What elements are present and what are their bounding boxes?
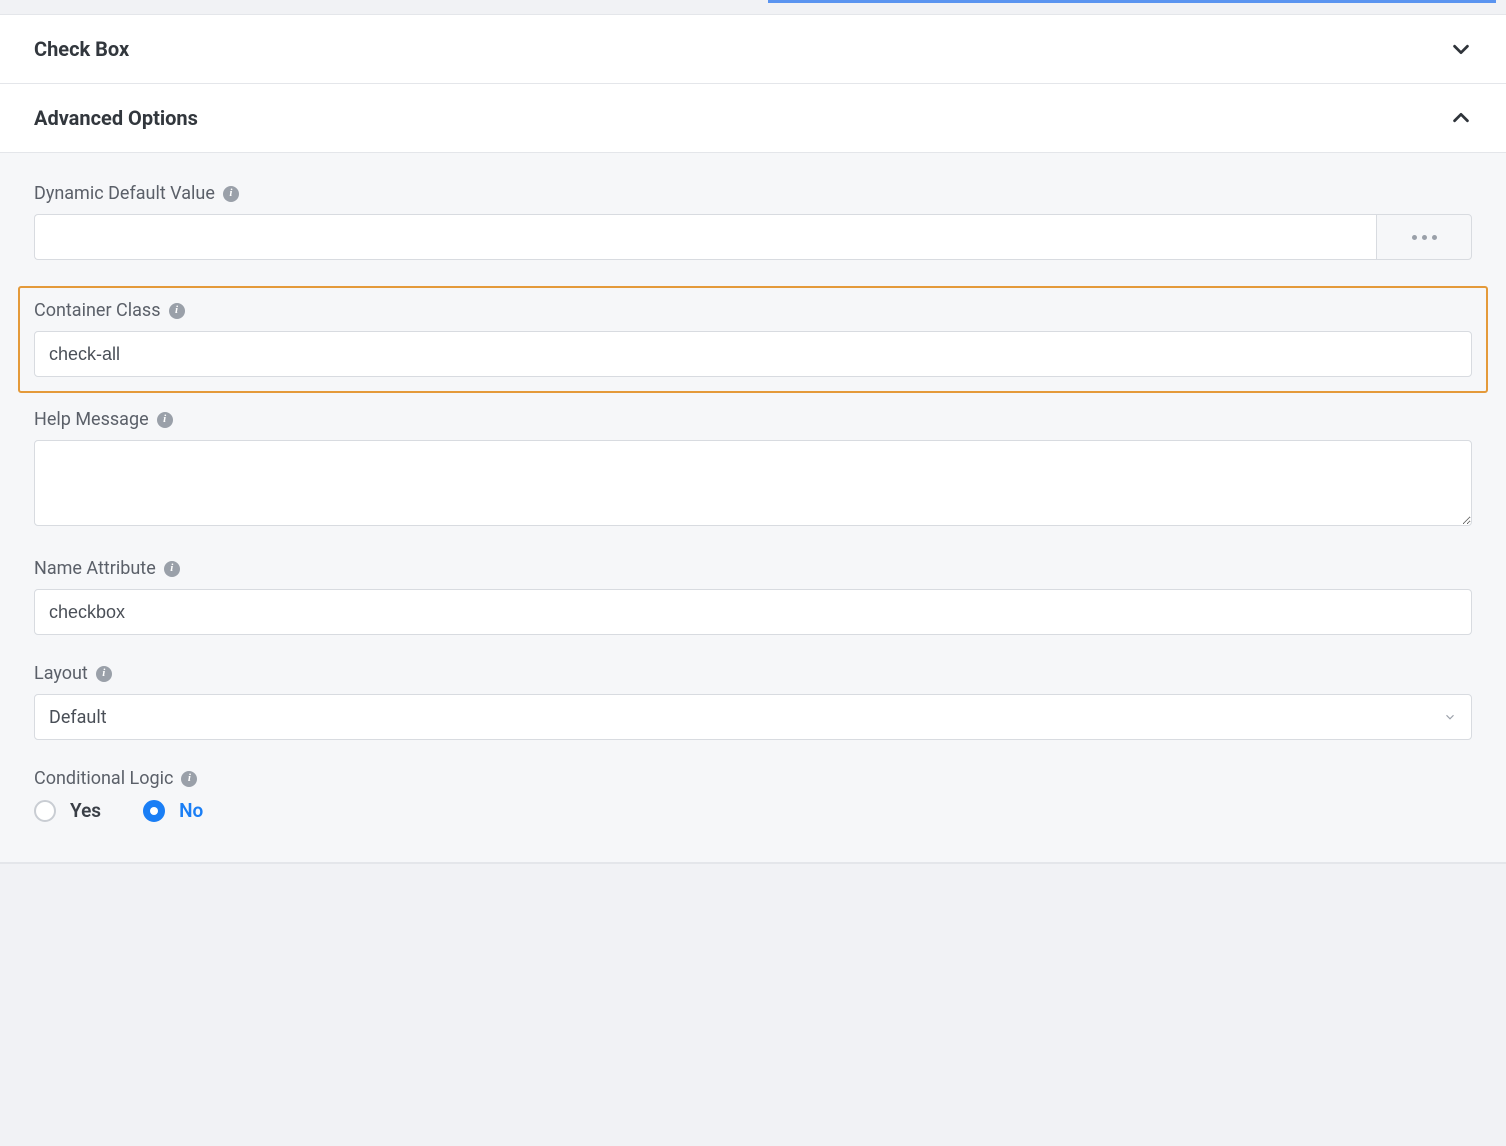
field-dynamic-default: Dynamic Default Value i bbox=[34, 183, 1472, 260]
field-conditional-logic: Conditional Logic i Yes No bbox=[34, 768, 1472, 822]
help-message-label: Help Message bbox=[34, 409, 149, 430]
info-icon[interactable]: i bbox=[169, 303, 185, 319]
dynamic-default-input-group bbox=[34, 214, 1472, 260]
label-row: Help Message i bbox=[34, 409, 1472, 430]
section-title-advanced: Advanced Options bbox=[34, 106, 198, 130]
radio-label-no: No bbox=[179, 799, 203, 822]
ellipsis-icon bbox=[1412, 235, 1437, 240]
label-row: Conditional Logic i bbox=[34, 768, 1472, 789]
name-attribute-input[interactable] bbox=[34, 589, 1472, 635]
info-icon[interactable]: i bbox=[223, 186, 239, 202]
conditional-logic-no[interactable]: No bbox=[143, 799, 203, 822]
info-icon[interactable]: i bbox=[157, 412, 173, 428]
label-row: Dynamic Default Value i bbox=[34, 183, 1472, 204]
label-row: Container Class i bbox=[34, 300, 1472, 321]
conditional-logic-radio-group: Yes No bbox=[34, 799, 1472, 822]
help-message-textarea[interactable] bbox=[34, 440, 1472, 526]
conditional-logic-label: Conditional Logic bbox=[34, 768, 173, 789]
conditional-logic-yes[interactable]: Yes bbox=[34, 799, 101, 822]
label-row: Name Attribute i bbox=[34, 558, 1472, 579]
section-title-checkbox: Check Box bbox=[34, 37, 129, 61]
field-container-class: Container Class i bbox=[18, 286, 1488, 393]
info-icon[interactable]: i bbox=[181, 771, 197, 787]
field-help-message: Help Message i bbox=[34, 409, 1472, 530]
name-attribute-label: Name Attribute bbox=[34, 558, 156, 579]
layout-select[interactable]: Default bbox=[34, 694, 1472, 740]
container-class-label: Container Class bbox=[34, 300, 161, 321]
dynamic-default-input[interactable] bbox=[34, 214, 1376, 260]
section-header-advanced[interactable]: Advanced Options bbox=[0, 84, 1506, 153]
layout-label: Layout bbox=[34, 663, 88, 684]
section-body-advanced: Dynamic Default Value i Container Class … bbox=[0, 153, 1506, 863]
dynamic-default-label: Dynamic Default Value bbox=[34, 183, 215, 204]
label-row: Layout i bbox=[34, 663, 1472, 684]
top-bar bbox=[0, 0, 1506, 15]
section-header-checkbox[interactable]: Check Box bbox=[0, 15, 1506, 84]
radio-icon bbox=[143, 800, 165, 822]
field-layout: Layout i Default bbox=[34, 663, 1472, 740]
settings-panel: Check Box Advanced Options Dynamic Defau… bbox=[0, 0, 1506, 879]
container-class-input[interactable] bbox=[34, 331, 1472, 377]
radio-icon bbox=[34, 800, 56, 822]
bottom-spacer bbox=[0, 863, 1506, 879]
layout-select-value: Default bbox=[34, 694, 1472, 740]
info-icon[interactable]: i bbox=[164, 561, 180, 577]
field-name-attribute: Name Attribute i bbox=[34, 558, 1472, 635]
dynamic-default-picker-button[interactable] bbox=[1376, 214, 1472, 260]
info-icon[interactable]: i bbox=[96, 666, 112, 682]
chevron-down-icon bbox=[1450, 38, 1472, 60]
radio-label-yes: Yes bbox=[70, 799, 101, 822]
chevron-up-icon bbox=[1450, 107, 1472, 129]
active-tab-indicator bbox=[768, 0, 1496, 3]
